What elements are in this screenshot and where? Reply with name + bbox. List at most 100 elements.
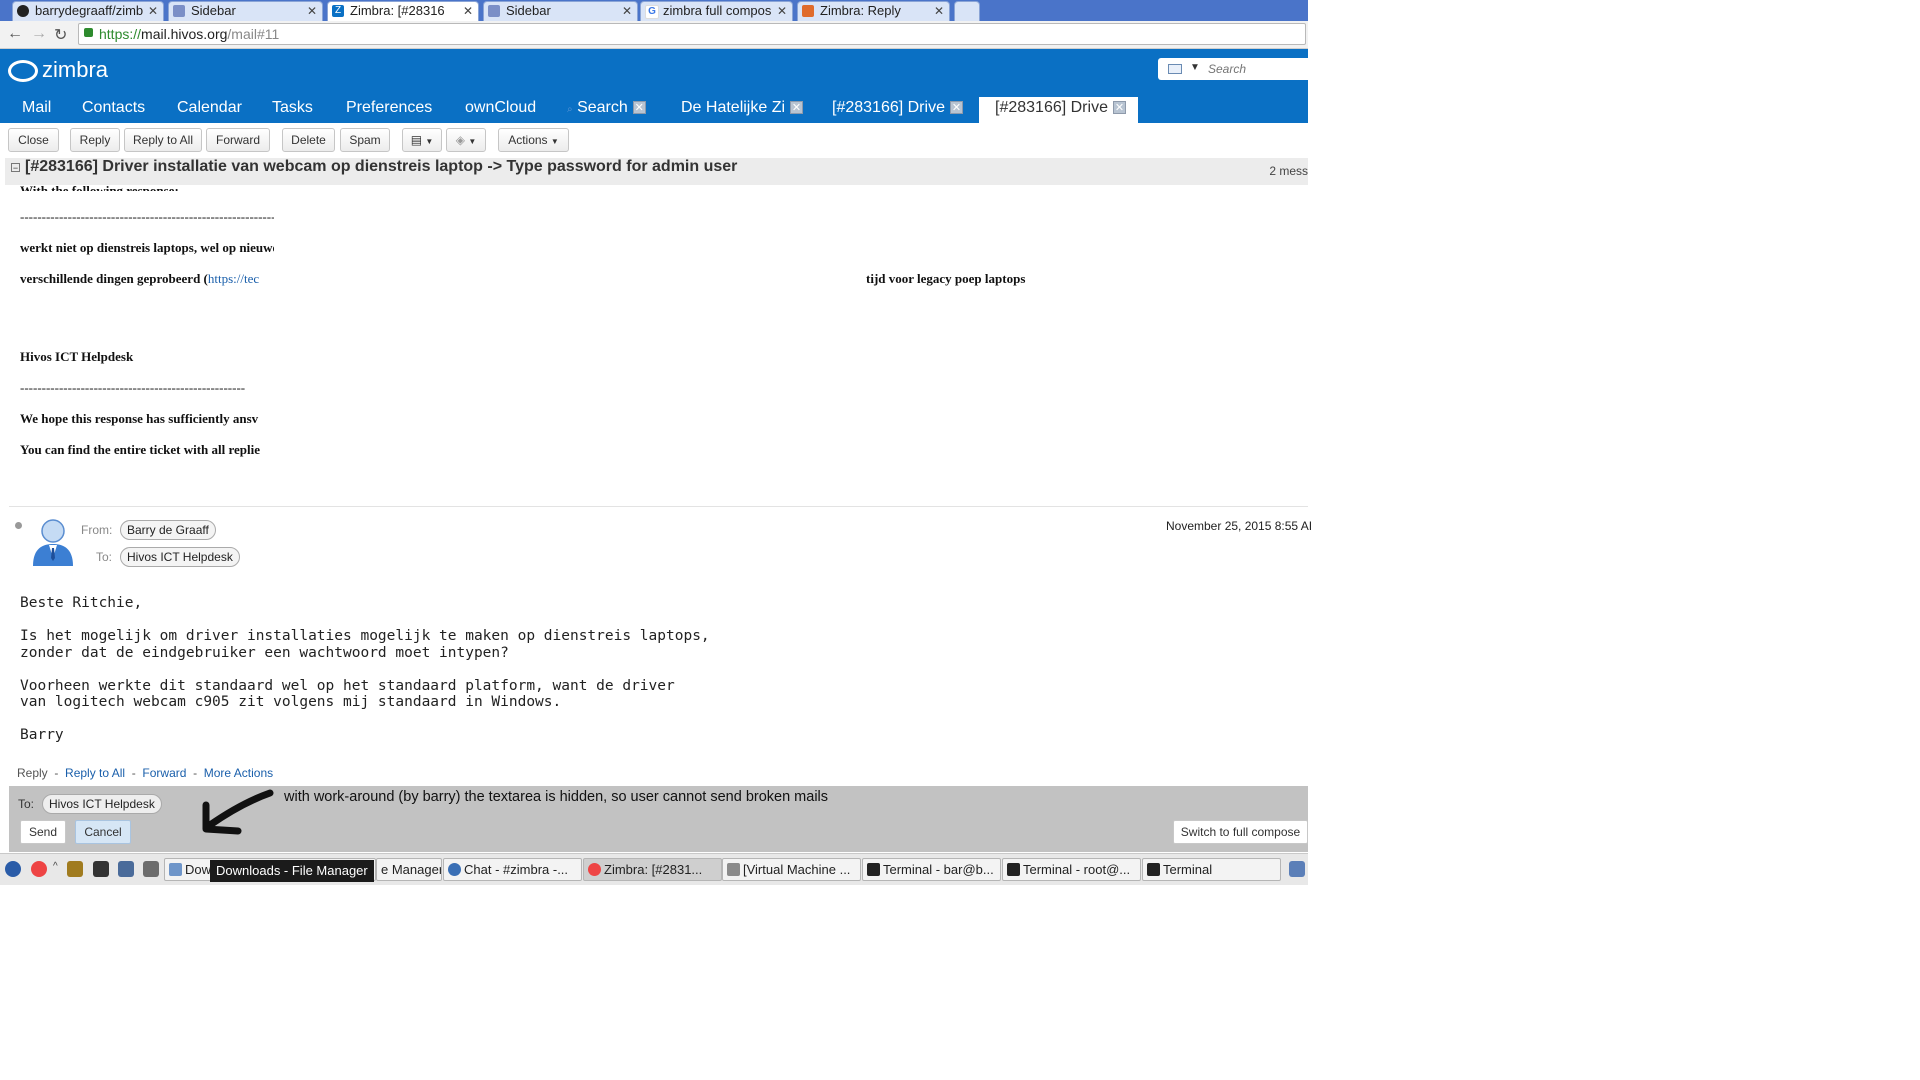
taskbar-item-terminal[interactable]: Terminal <box>1142 858 1281 881</box>
tab-label: Sidebar <box>506 3 551 18</box>
address-toolbar: ← → ↻ https://mail.hivos.org/mail#11 <box>0 21 1308 49</box>
tab-tasks[interactable]: Tasks <box>272 97 313 123</box>
tab-preferences[interactable]: Preferences <box>346 97 432 123</box>
tag-menu-button[interactable]: ◈ ▼ <box>446 128 486 152</box>
reply-to-chip[interactable]: Hivos ICT Helpdesk <box>42 794 162 814</box>
tab-search[interactable]: ⌕ Search ✕ <box>567 97 646 123</box>
conversation-subject-bar: − [#283166] Driver installatie van webca… <box>5 158 1308 185</box>
message-signature: Hivos ICT Helpdesk <box>20 349 134 364</box>
tab-ticket-1[interactable]: [#283166] Drive ✕ <box>832 97 963 123</box>
spam-button[interactable]: Spam <box>340 128 390 152</box>
taskbar-label: e Manager <box>381 862 442 877</box>
separator-line: ----------------------------------------… <box>20 380 246 395</box>
close-icon[interactable]: ✕ <box>632 101 646 115</box>
message-body: Beste Ritchie, Is het mogelijk om driver … <box>20 595 710 744</box>
body-blank-line <box>20 711 710 728</box>
close-icon[interactable]: ✕ <box>1112 101 1126 115</box>
joomla-icon <box>488 5 500 17</box>
full-compose-button[interactable]: Switch to full compose <box>1173 820 1308 844</box>
taskbar-item-terminal-root[interactable]: Terminal - root@... <box>1002 858 1141 881</box>
taskbar-item-virtual-machine[interactable]: [Virtual Machine ... <box>722 858 861 881</box>
printer-icon: ▤ <box>410 133 423 147</box>
fedora-menu-icon[interactable] <box>5 861 21 877</box>
close-icon[interactable]: ✕ <box>777 2 787 20</box>
close-icon[interactable]: ✕ <box>148 2 158 20</box>
taskbar-label: [Virtual Machine ... <box>743 862 851 877</box>
taskbar-item-chat[interactable]: Chat - #zimbra -... <box>443 858 582 881</box>
more-actions-link[interactable]: More Actions <box>204 766 273 780</box>
reply-all-button[interactable]: Reply to All <box>124 128 202 152</box>
vm-launcher-icon[interactable] <box>143 861 159 877</box>
reply-all-link[interactable]: Reply to All <box>65 766 125 780</box>
back-icon[interactable]: ← <box>7 25 23 43</box>
print-menu-button[interactable]: ▤ ▼ <box>402 128 442 152</box>
close-icon[interactable]: ✕ <box>307 2 317 20</box>
body-blank-line <box>20 612 710 629</box>
taskbar-item-terminal-bar[interactable]: Terminal - bar@b... <box>862 858 1001 881</box>
message-link[interactable]: https://tec <box>208 271 259 286</box>
close-icon[interactable]: ✕ <box>622 2 632 20</box>
close-icon[interactable]: ✕ <box>790 101 804 115</box>
chevron-down-icon[interactable]: ▼ <box>1190 62 1200 73</box>
close-icon[interactable]: ✕ <box>934 2 944 20</box>
search-input[interactable] <box>1206 60 1306 78</box>
actions-menu-button[interactable]: Actions ▼ <box>498 128 569 152</box>
delete-button[interactable]: Delete <box>282 128 335 152</box>
tab-mail[interactable]: Mail <box>22 97 51 123</box>
tab-contacts[interactable]: Contacts <box>82 97 145 123</box>
zimbra-search-box: ▼ <box>1158 58 1308 80</box>
tab-label: Search <box>577 99 628 116</box>
close-button[interactable]: Close <box>8 128 59 152</box>
tab-ticket-2-active[interactable]: [#283166] Drive ✕ <box>979 97 1138 123</box>
collapse-icon[interactable]: − <box>11 163 20 173</box>
close-icon[interactable]: ✕ <box>463 2 473 20</box>
taskbar-item-file-manager[interactable]: e Manager <box>376 858 442 881</box>
tab-label: Zimbra: [#28316 <box>350 3 445 18</box>
forward-button[interactable]: Forward <box>206 128 270 152</box>
browser-tab-zimbra-reply[interactable]: Zimbra: Reply ✕ <box>797 1 950 21</box>
to-address-chip[interactable]: Hivos ICT Helpdesk <box>120 547 240 567</box>
forward-icon[interactable]: → <box>31 25 47 43</box>
google-icon: G <box>645 5 659 19</box>
cancel-button[interactable]: Cancel <box>75 820 131 844</box>
message-text: tijd voor legacy poep laptops <box>866 271 1026 286</box>
browser-tab-zimbra[interactable]: Z Zimbra: [#28316 ✕ <box>327 1 479 21</box>
files-launcher-icon[interactable] <box>67 861 83 877</box>
send-button[interactable]: Send <box>20 820 66 844</box>
forward-link[interactable]: Forward <box>142 766 186 780</box>
browser-tab-google[interactable]: G zimbra full compos ✕ <box>640 1 793 21</box>
terminal-launcher-icon[interactable] <box>93 861 109 877</box>
from-address-chip[interactable]: Barry de Graaff <box>120 520 216 540</box>
browser-tab-sidebar-2[interactable]: Sidebar ✕ <box>483 1 638 21</box>
zimbra-logo[interactable]: zimbra <box>8 57 108 83</box>
taskbar-item-zimbra[interactable]: Zimbra: [#2831... <box>583 858 722 881</box>
new-tab-button[interactable] <box>954 1 980 21</box>
reply-button[interactable]: Reply <box>70 128 120 152</box>
close-icon[interactable]: ✕ <box>949 101 963 115</box>
chrome-icon <box>588 863 601 876</box>
mail-search-type-icon[interactable] <box>1168 64 1182 74</box>
chevron-up-icon[interactable]: ^ <box>53 861 63 877</box>
body-line: zonder dat de eindgebruiker een wachtwoo… <box>20 644 509 661</box>
reply-link[interactable]: Reply <box>17 766 48 780</box>
text-fragment: verschillende dingen geprobeerd ( <box>20 271 208 286</box>
arrow-annotation-icon <box>202 789 274 835</box>
message-text: verschillende dingen geprobeerd (https:/… <box>20 271 259 287</box>
body-blank-line <box>20 661 710 678</box>
display-launcher-icon[interactable] <box>118 861 134 877</box>
folder-icon <box>169 863 182 876</box>
tab-owncloud[interactable]: ownCloud <box>465 97 536 123</box>
tab-calendar[interactable]: Calendar <box>177 97 242 123</box>
browser-tab-sidebar-1[interactable]: Sidebar ✕ <box>168 1 323 21</box>
network-disconnected-icon[interactable] <box>1289 861 1305 877</box>
taskbar-label: Zimbra: [#2831... <box>604 862 703 877</box>
tab-de-hatelijke[interactable]: De Hatelijke Zi ✕ <box>681 97 804 123</box>
chrome-launcher-icon[interactable] <box>31 861 47 877</box>
address-bar[interactable]: https://mail.hivos.org/mail#11 <box>78 23 1306 45</box>
terminal-icon <box>867 863 880 876</box>
browser-tab-github[interactable]: barrydegraaff/zimb ✕ <box>12 1 164 21</box>
read-status-dot[interactable] <box>15 522 22 529</box>
os-taskbar: ^ Dow e Manager Chat - #zimbra -... Zimb… <box>0 853 1308 885</box>
reload-icon[interactable]: ↻ <box>54 25 67 45</box>
tab-label: Zimbra: Reply <box>820 3 901 18</box>
